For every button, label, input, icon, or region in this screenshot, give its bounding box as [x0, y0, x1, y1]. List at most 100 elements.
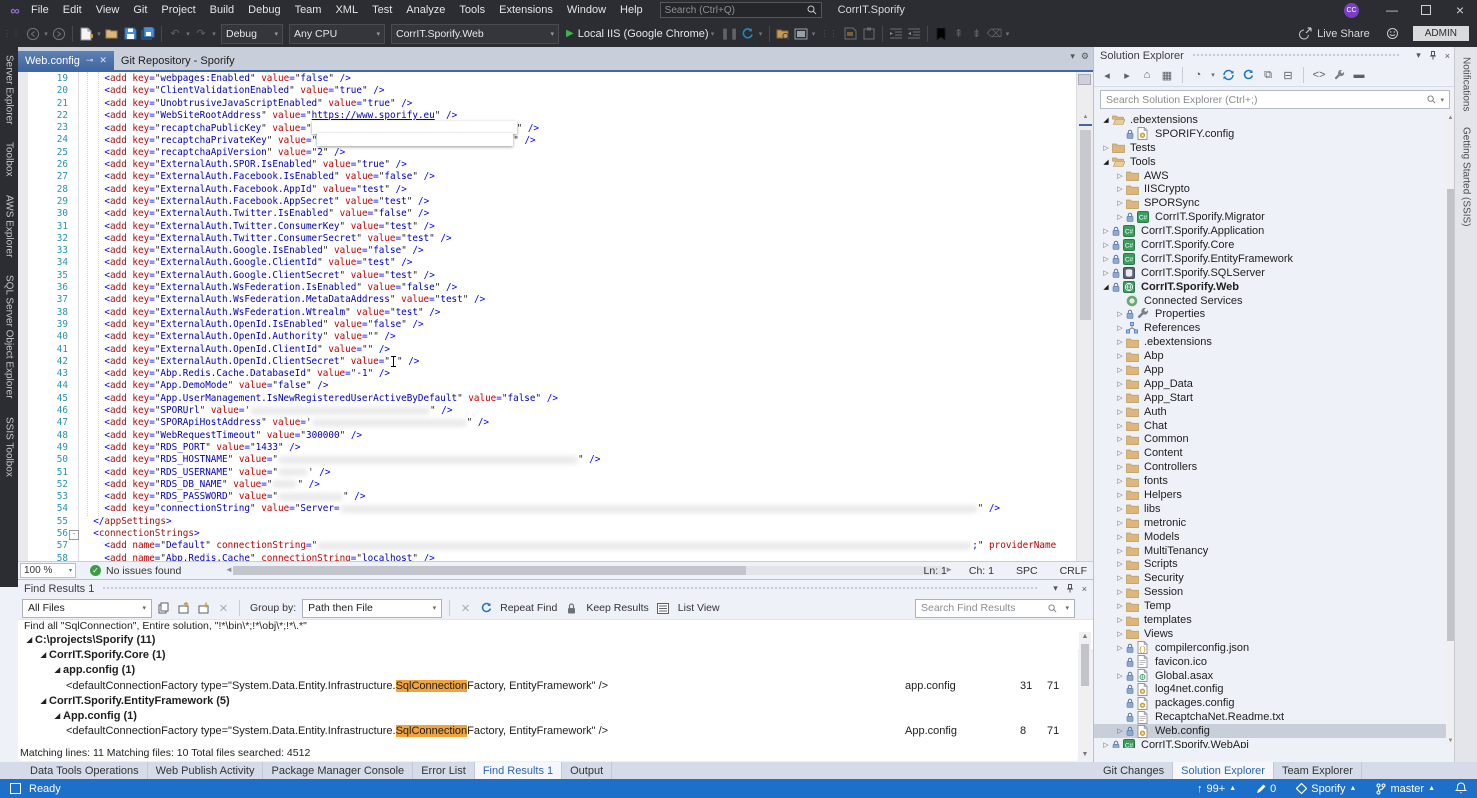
- browse-with-icon[interactable]: [774, 25, 792, 43]
- tree-item-web-config[interactable]: ▷Web.config: [1094, 724, 1446, 738]
- se-back-icon[interactable]: ◂: [1098, 66, 1116, 84]
- code-line[interactable]: 45 <add key="App.UserManagement.IsNewReg…: [18, 393, 1075, 405]
- expander-icon[interactable]: ▷: [1114, 644, 1126, 652]
- clear-bookmarks-icon[interactable]: ⌫: [986, 25, 1004, 43]
- repeat-find-icon[interactable]: [477, 599, 494, 617]
- code-line[interactable]: 53 <add key="RDS_PASSWORD" value="" />: [18, 491, 1075, 503]
- editor-settings-gear-icon[interactable]: ⚙: [1081, 51, 1089, 62]
- code-line[interactable]: 34 <add key="ExternalAuth.Google.ClientI…: [18, 257, 1075, 269]
- expander-icon[interactable]: ▷: [1100, 255, 1112, 263]
- tree-item-properties[interactable]: ▷Properties: [1094, 307, 1446, 321]
- window-position-dropdown-icon[interactable]: ▾: [1053, 583, 1058, 594]
- expander-icon[interactable]: ◢: [24, 636, 35, 644]
- tool-tab-sql-server-object-explorer[interactable]: SQL Server Object Explorer: [4, 275, 15, 399]
- find-result-row[interactable]: <defaultConnectionFactory type="System.D…: [18, 678, 1078, 693]
- expander-icon[interactable]: ▷: [1114, 213, 1126, 221]
- start-debugging-button[interactable]: ▶ Local IIS (Google Chrome) ▾: [566, 28, 717, 40]
- menu-analyze[interactable]: Analyze: [399, 4, 452, 16]
- expander-icon[interactable]: ▷: [1114, 477, 1126, 485]
- expander-icon[interactable]: ◢: [1100, 158, 1112, 166]
- code-line[interactable]: 20 <add key="ClientValidationEnabled" va…: [18, 85, 1075, 97]
- expander-icon[interactable]: ▷: [1114, 602, 1126, 610]
- browser-dropdown[interactable]: ▾: [810, 30, 818, 38]
- menu-project[interactable]: Project: [154, 4, 202, 16]
- tree-item-log4net-config[interactable]: log4net.config: [1094, 683, 1446, 697]
- find-group-row[interactable]: ◢App.config (1): [18, 708, 1078, 723]
- expander-icon[interactable]: ▷: [1100, 227, 1112, 235]
- tree-item-helpers[interactable]: ▷Helpers: [1094, 488, 1446, 502]
- code-line[interactable]: 21 <add key="UnobtrusiveJavaScriptEnable…: [18, 98, 1075, 110]
- keep-results-label[interactable]: Keep Results: [586, 602, 648, 614]
- refresh-dropdown[interactable]: ▾: [757, 30, 765, 38]
- solution-explorer-title-bar[interactable]: Solution Explorer ▾ ×: [1094, 47, 1456, 64]
- switch-views-icon[interactable]: ▦: [1158, 66, 1176, 84]
- tree-item-scripts[interactable]: ▷Scripts: [1094, 558, 1446, 572]
- toolbar-grip-2[interactable]: ⋮⋮: [821, 29, 839, 38]
- expander-icon[interactable]: ▷: [1114, 449, 1126, 457]
- code-line[interactable]: 47 <add key="SPORApiHostAddress" value='…: [18, 417, 1075, 429]
- tree-item-views[interactable]: ▷Views: [1094, 627, 1446, 641]
- find-result-row[interactable]: <defaultConnectionFactory type="System.D…: [18, 724, 1078, 739]
- expander-icon[interactable]: ▷: [1114, 672, 1126, 680]
- tree-item-fonts[interactable]: ▷fonts: [1094, 474, 1446, 488]
- code-line[interactable]: 57 <add name="Default" connectionString=…: [18, 540, 1075, 552]
- expander-icon[interactable]: ▷: [1114, 352, 1126, 360]
- code-line[interactable]: 43 <add key="Abp.Redis.Cache.DatabaseId"…: [18, 368, 1075, 380]
- tree-item-compilerconfig-json[interactable]: ▷{}compilerconfig.json: [1094, 641, 1446, 655]
- tree-item-corrit-sporify-application[interactable]: ▷C#CorrIT.Sporify.Application: [1094, 224, 1446, 238]
- tree-item-favicon-ico[interactable]: favicon.ico: [1094, 655, 1446, 669]
- expander-icon[interactable]: ▷: [1100, 144, 1112, 152]
- scrollbar-thumb[interactable]: [233, 566, 746, 575]
- panel-tab-git-changes[interactable]: Git Changes: [1095, 762, 1173, 779]
- search-find-results-input[interactable]: Search Find Results ▾: [915, 599, 1075, 618]
- live-share-label[interactable]: Live Share: [1317, 28, 1370, 40]
- view-code-icon[interactable]: <>: [1310, 66, 1328, 84]
- tree-item-connected-services[interactable]: Connected Services: [1094, 294, 1446, 308]
- new-query-icon[interactable]: [842, 25, 860, 43]
- tree-item-tools[interactable]: ◢Tools: [1094, 155, 1446, 169]
- close-icon[interactable]: ×: [1445, 51, 1450, 61]
- expander-icon[interactable]: ▷: [1114, 394, 1126, 402]
- tree-item-libs[interactable]: ▷libs: [1094, 502, 1446, 516]
- minimize-button[interactable]: —: [1375, 0, 1409, 20]
- tool-tab-notifications[interactable]: Notifications: [1461, 57, 1472, 111]
- pin-icon[interactable]: ⊸: [86, 55, 94, 66]
- code-line[interactable]: 37 <add key="ExternalAuth.WsFederation.M…: [18, 294, 1075, 306]
- pause-icon[interactable]: ❚❚: [721, 25, 739, 43]
- code-line[interactable]: 46 <add key="SPORUrl" value='" />: [18, 405, 1075, 417]
- maximize-button[interactable]: [1409, 0, 1443, 20]
- group-by-select[interactable]: Path then File▾: [302, 599, 442, 618]
- refresh-tree-icon[interactable]: [1239, 66, 1257, 84]
- navigate-forward-icon[interactable]: [50, 25, 68, 43]
- code-line[interactable]: 48 <add key="WebRequestTimeout" value="3…: [18, 430, 1075, 442]
- new-file-dropdown[interactable]: ▾: [95, 30, 103, 38]
- open-file-icon[interactable]: [103, 25, 121, 43]
- code-line[interactable]: 19 <add key="webpages:Enabled" value="fa…: [18, 73, 1075, 85]
- tree-item-auth[interactable]: ▷Auth: [1094, 405, 1446, 419]
- collapse-all-icon[interactable]: ⊟: [1279, 66, 1297, 84]
- menu-window[interactable]: Window: [560, 4, 613, 16]
- notifications-bell-icon[interactable]: [1455, 782, 1467, 795]
- tree-item-templates[interactable]: ▷templates: [1094, 613, 1446, 627]
- save-icon[interactable]: [121, 25, 139, 43]
- menu-xml[interactable]: XML: [328, 4, 365, 16]
- toolbar-overflow[interactable]: ▾: [1004, 30, 1012, 38]
- expander-icon[interactable]: ▷: [1114, 727, 1126, 735]
- indent-increase-icon[interactable]: [905, 25, 923, 43]
- panel-tab-team-explorer[interactable]: Team Explorer: [1274, 762, 1362, 779]
- tree-item-temp[interactable]: ▷Temp: [1094, 599, 1446, 613]
- expander-icon[interactable]: ▷: [1114, 519, 1126, 527]
- editor-split-handle[interactable]: [1078, 74, 1091, 85]
- code-line[interactable]: 39 <add key="ExternalAuth.OpenId.IsEnabl…: [18, 319, 1075, 331]
- expander-icon[interactable]: ▷: [1114, 505, 1126, 513]
- expander-icon[interactable]: ◢: [1100, 116, 1112, 124]
- menu-extensions[interactable]: Extensions: [492, 4, 560, 16]
- expander-icon[interactable]: ▷: [1100, 741, 1112, 748]
- tree-item-metronic[interactable]: ▷metronic: [1094, 516, 1446, 530]
- tree-item-tests[interactable]: ▷Tests: [1094, 141, 1446, 155]
- redo-dropdown[interactable]: ▾: [210, 30, 218, 38]
- code-line[interactable]: 32 <add key="ExternalAuth.Twitter.Consum…: [18, 233, 1075, 245]
- expander-icon[interactable]: ▷: [1114, 338, 1126, 346]
- menu-edit[interactable]: Edit: [56, 4, 89, 16]
- panel-tab-output[interactable]: Output: [562, 762, 612, 779]
